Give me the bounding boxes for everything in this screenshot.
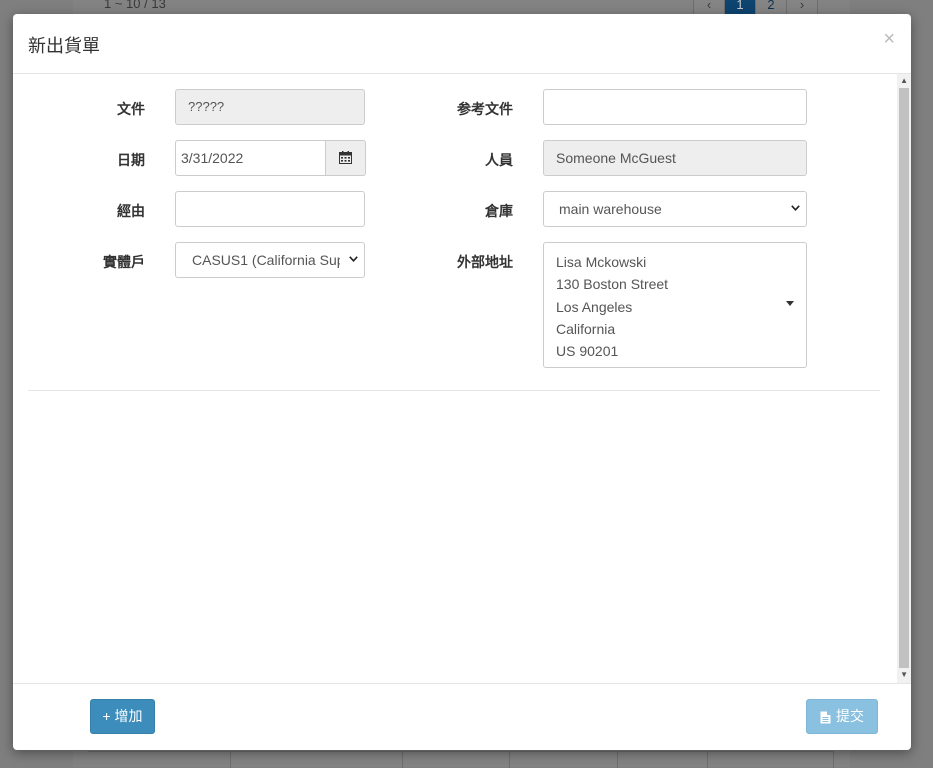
date-input[interactable]: 3/31/2022 xyxy=(175,140,326,176)
staff-field: Someone McGuest xyxy=(543,140,807,176)
external-address-label: 外部地址 xyxy=(457,254,513,270)
document-label: 文件 xyxy=(117,101,145,117)
address-line: US 90201 xyxy=(556,343,619,360)
reference-document-input[interactable] xyxy=(543,89,807,125)
modal-body: 文件 ????? 参考文件 日期 3/31/2022 人員 Someone Mc… xyxy=(13,74,911,683)
calendar-icon xyxy=(339,151,352,165)
record-count: 1 ~ 10 / 13 xyxy=(104,0,166,11)
submit-button-label: 提交 xyxy=(836,708,864,724)
entity-select-value: CASUS1 (California Sup xyxy=(192,252,340,268)
new-shipment-modal: 新出貨單 × 文件 ????? 参考文件 日期 3/31/2022 人員 Som… xyxy=(13,14,911,750)
add-button[interactable]: + 增加 xyxy=(90,699,155,734)
submit-button[interactable]: 提交 xyxy=(806,699,878,734)
warehouse-select[interactable]: main warehouse xyxy=(543,191,807,227)
address-line: Lisa Mckowski xyxy=(556,254,647,270)
entity-select[interactable]: CASUS1 (California Sup xyxy=(175,242,365,278)
modal-header: 新出貨單 × xyxy=(13,14,911,74)
date-label: 日期 xyxy=(117,152,145,168)
scrollbar[interactable] xyxy=(897,74,911,683)
address-line: 130 Boston Street xyxy=(556,276,669,293)
close-button[interactable]: × xyxy=(883,28,895,51)
divider xyxy=(28,390,880,391)
background-table-header xyxy=(88,751,834,768)
chevron-down-icon xyxy=(791,192,800,226)
via-label: 經由 xyxy=(117,203,145,219)
external-address-select[interactable]: Lisa Mckowski 130 Boston Street Los Ange… xyxy=(543,242,807,368)
document-field: ????? xyxy=(175,89,365,125)
staff-label: 人員 xyxy=(485,152,513,168)
reference-document-label: 参考文件 xyxy=(457,101,513,117)
scroll-up-arrow-icon[interactable]: ▲ xyxy=(900,76,908,85)
date-picker-button[interactable] xyxy=(326,140,366,176)
modal-footer: + 增加 提交 xyxy=(13,683,911,751)
warehouse-label: 倉庫 xyxy=(485,203,513,219)
via-input[interactable] xyxy=(175,191,365,227)
address-line: California xyxy=(556,320,616,337)
modal-title: 新出貨單 xyxy=(28,36,100,56)
scroll-down-arrow-icon[interactable]: ▼ xyxy=(900,670,908,679)
scrollbar-thumb[interactable] xyxy=(899,88,909,668)
address-line: Los Angeles xyxy=(556,298,633,315)
caret-down-icon xyxy=(786,301,794,306)
file-icon xyxy=(820,711,831,724)
warehouse-select-value: main warehouse xyxy=(559,201,662,217)
chevron-down-icon xyxy=(349,243,358,277)
entity-label: 實體戶 xyxy=(103,254,145,270)
